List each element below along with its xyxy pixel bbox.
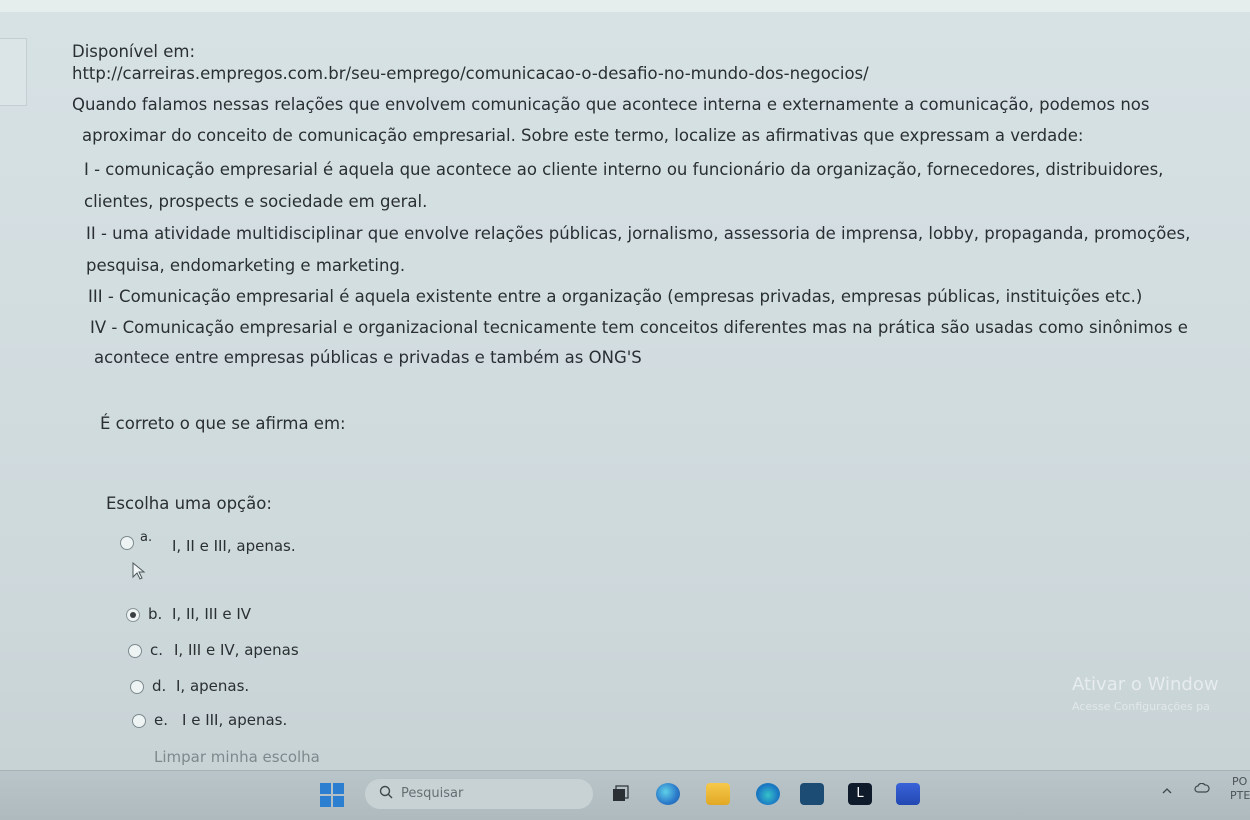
statement-4-line-1: IV - Comunicação empresarial e organizac… bbox=[90, 318, 1188, 337]
available-label: Disponível em: bbox=[72, 42, 196, 61]
statement-2-line-1: II - uma atividade multidisciplinar que … bbox=[86, 224, 1191, 243]
top-strip bbox=[0, 0, 1250, 12]
search-icon bbox=[379, 785, 393, 799]
tray-chevron-icon[interactable] bbox=[1162, 785, 1172, 798]
option-b-radio[interactable] bbox=[126, 608, 140, 622]
file-explorer-icon[interactable] bbox=[706, 783, 730, 805]
option-b-text[interactable]: I, II, III e IV bbox=[172, 605, 251, 623]
option-c-radio[interactable] bbox=[128, 644, 142, 658]
option-d-letter: d. bbox=[152, 677, 167, 695]
statement-2-line-2: pesquisa, endomarketing e marketing. bbox=[86, 256, 406, 275]
windows-start-icon[interactable] bbox=[320, 783, 344, 807]
mouse-cursor-icon bbox=[132, 562, 146, 580]
edge-browser-icon[interactable] bbox=[756, 783, 780, 805]
taskbar: Pesquisar L PO PTE bbox=[0, 770, 1250, 820]
store-icon[interactable] bbox=[800, 783, 824, 805]
question-intro-line-2: aproximar do conceito de comunicação emp… bbox=[82, 126, 1084, 145]
widgets-icon[interactable] bbox=[656, 783, 680, 805]
statement-3-line-1: III - Comunicação empresarial é aquela e… bbox=[88, 287, 1143, 306]
option-a-text[interactable]: I, II e III, apenas. bbox=[172, 537, 296, 555]
statement-1-line-2: clientes, prospects e sociedade em geral… bbox=[84, 192, 428, 211]
task-view-icon[interactable] bbox=[610, 783, 634, 805]
taskbar-search-box[interactable]: Pesquisar bbox=[365, 779, 593, 809]
activate-windows-watermark: Ativar o Window bbox=[1072, 674, 1219, 695]
option-b-letter: b. bbox=[148, 605, 163, 623]
option-d-radio[interactable] bbox=[130, 680, 144, 694]
question-prompt: É correto o que se afirma em: bbox=[100, 414, 346, 433]
tray-language[interactable]: PO bbox=[1232, 775, 1247, 788]
clear-choice-link[interactable]: Limpar minha escolha bbox=[154, 748, 320, 766]
option-a-radio[interactable] bbox=[120, 536, 134, 550]
search-placeholder: Pesquisar bbox=[401, 786, 464, 801]
source-url[interactable]: http://carreiras.empregos.com.br/seu-emp… bbox=[72, 64, 869, 84]
cloud-icon[interactable] bbox=[1194, 782, 1210, 796]
option-c-text[interactable]: I, III e IV, apenas bbox=[174, 641, 299, 659]
option-e-text[interactable]: I e III, apenas. bbox=[182, 711, 287, 729]
question-intro-line-1: Quando falamos nessas relações que envol… bbox=[72, 95, 1150, 114]
option-d-text[interactable]: I, apenas. bbox=[176, 677, 249, 695]
teams-chat-icon[interactable] bbox=[896, 783, 920, 805]
choices-label: Escolha uma opção: bbox=[106, 494, 272, 513]
statement-4-line-2: acontece entre empresas públicas e priva… bbox=[94, 348, 642, 367]
statement-1-line-1: I - comunicação empresarial é aquela que… bbox=[84, 160, 1164, 179]
option-a-letter: a. bbox=[140, 530, 153, 545]
app-l-icon[interactable]: L bbox=[848, 783, 872, 805]
activate-windows-subtitle: Acesse Configurações pa bbox=[1072, 700, 1210, 713]
option-e-letter: e. bbox=[154, 711, 168, 729]
tray-region[interactable]: PTE bbox=[1230, 789, 1250, 802]
option-e-radio[interactable] bbox=[132, 714, 146, 728]
option-c-letter: c. bbox=[150, 641, 164, 659]
left-panel-edge bbox=[0, 38, 27, 106]
